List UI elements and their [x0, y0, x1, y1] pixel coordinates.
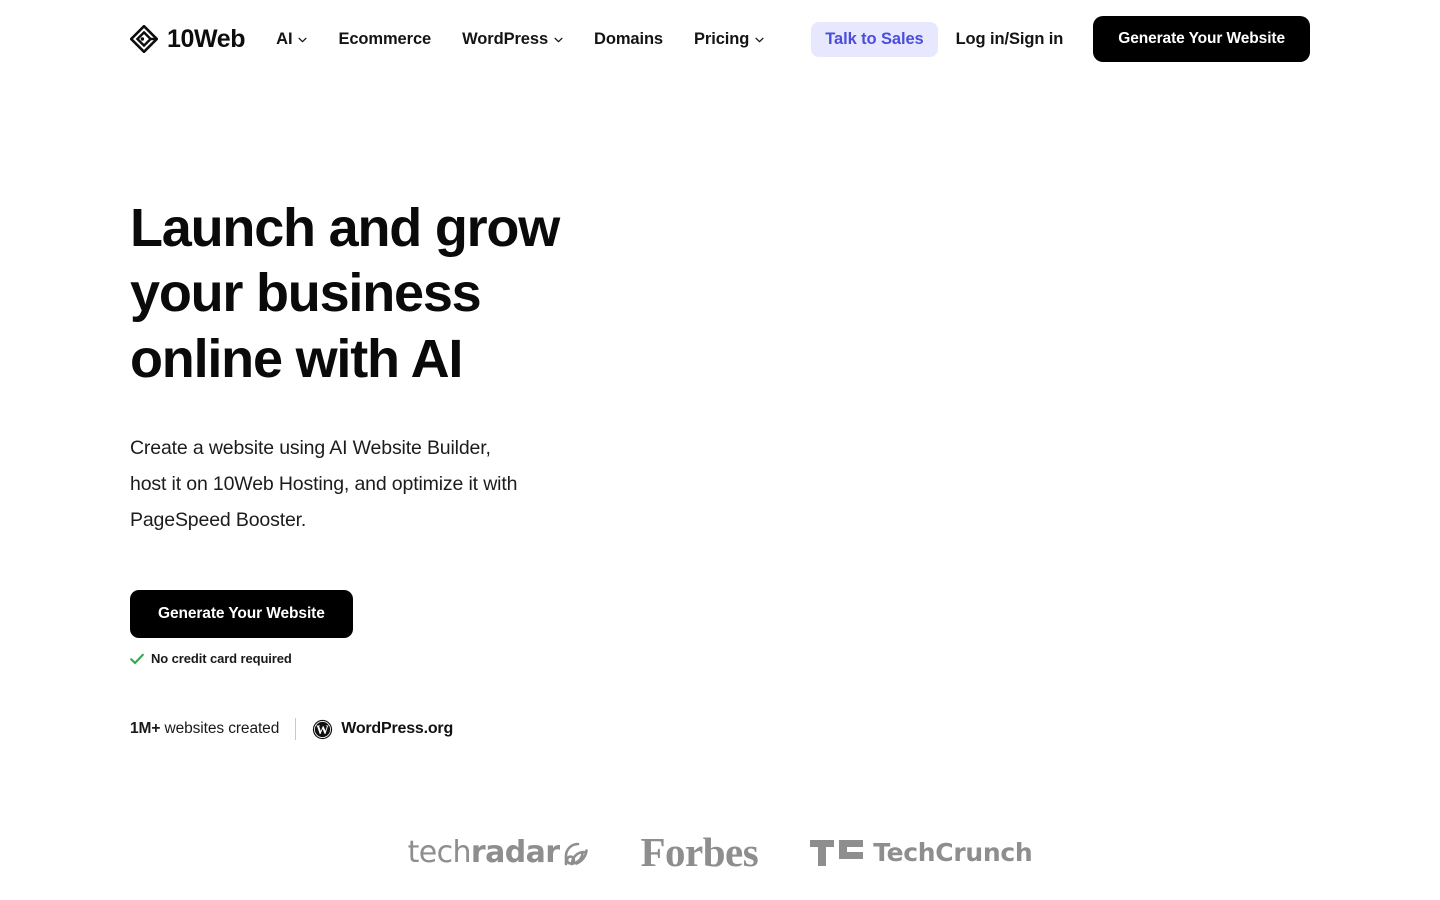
- press-logo-techcrunch[interactable]: TechCrunch: [810, 838, 1033, 867]
- nav-item-label: AI: [276, 29, 293, 48]
- techradar-lockup: techradar: [407, 834, 589, 870]
- no-credit-card-note: No credit card required: [130, 651, 770, 666]
- techcrunch-lockup: TechCrunch: [810, 838, 1033, 867]
- forbes-wordmark: Forbes: [640, 829, 759, 875]
- hero-title-line-2: your business: [130, 263, 482, 324]
- nav-item-domains[interactable]: Domains: [594, 21, 663, 58]
- nav-item-wordpress[interactable]: WordPress: [462, 21, 563, 58]
- press-logo-techradar[interactable]: techradar: [407, 834, 589, 870]
- wordpress-icon: W: [313, 719, 333, 739]
- websites-created-count: 1M+: [130, 720, 161, 738]
- hero-subtitle-line-3: PageSpeed Booster.: [130, 509, 307, 532]
- press-logos-row: techradar Forbes TechCrunch: [0, 832, 1440, 873]
- check-icon: [130, 653, 144, 664]
- header-actions: Log in/Sign in Generate Your Website: [956, 16, 1310, 62]
- talk-to-sales-button[interactable]: Talk to Sales: [811, 21, 938, 57]
- hero-stats-row: 1M+ websites created W WordPress.org: [130, 718, 770, 741]
- hero-subtitle-line-2: host it on 10Web Hosting, and optimize i…: [130, 473, 518, 496]
- diamond-logo-icon: [130, 25, 158, 53]
- techradar-word-bold: radar: [470, 834, 560, 870]
- nav-item-label: Ecommerce: [338, 29, 432, 48]
- page-title: Launch and grow your business online wit…: [130, 196, 600, 392]
- hero-generate-website-button[interactable]: Generate Your Website: [130, 590, 353, 639]
- websites-created-stat: 1M+ websites created: [130, 720, 279, 738]
- nav-item-label: Pricing: [694, 29, 750, 48]
- wordpress-org-label: WordPress.org: [341, 720, 454, 738]
- login-signin-link[interactable]: Log in/Sign in: [956, 30, 1064, 49]
- brand-name: 10Web: [167, 24, 246, 53]
- press-logo-forbes[interactable]: Forbes: [640, 832, 758, 873]
- tc-mark-icon: [810, 839, 864, 866]
- no-credit-card-label: No credit card required: [151, 651, 292, 667]
- wordpress-org-badge[interactable]: W WordPress.org: [312, 719, 453, 740]
- nav-item-label: WordPress: [462, 29, 549, 48]
- hero-subtitle-line-1: Create a website using AI Website Builde…: [130, 436, 491, 459]
- techradar-word-thin: tech: [407, 834, 472, 870]
- site-header: 10Web AI Ecommerce WordPress Domains Pri…: [0, 0, 1440, 78]
- nav-item-label: Domains: [594, 29, 664, 48]
- techcrunch-wordmark: TechCrunch: [873, 838, 1033, 867]
- stats-divider: [295, 718, 297, 741]
- brand-logo-link[interactable]: 10Web: [130, 24, 246, 53]
- hero-title-line-1: Launch and grow: [130, 198, 560, 258]
- svg-text:W: W: [316, 723, 329, 737]
- websites-created-suffix: websites created: [160, 720, 280, 738]
- hero-title-line-3: online with AI: [130, 328, 463, 389]
- hero-section: Launch and grow your business online wit…: [130, 196, 770, 741]
- signal-icon: [565, 842, 589, 865]
- chevron-down-icon: [298, 37, 308, 43]
- nav-item-ecommerce[interactable]: Ecommerce: [338, 21, 431, 58]
- chevron-down-icon: [755, 37, 764, 43]
- header-generate-website-button[interactable]: Generate Your Website: [1093, 16, 1310, 62]
- nav-item-ai[interactable]: AI: [276, 21, 308, 58]
- hero-subtitle: Create a website using AI Website Builde…: [130, 430, 630, 538]
- chevron-down-icon: [554, 37, 563, 43]
- techradar-wordmark: techradar: [407, 834, 560, 870]
- landing-page: 10Web AI Ecommerce WordPress Domains Pri…: [0, 0, 1440, 900]
- nav-item-pricing[interactable]: Pricing: [694, 21, 764, 58]
- primary-nav: AI Ecommerce WordPress Domains Pricing T…: [276, 21, 938, 58]
